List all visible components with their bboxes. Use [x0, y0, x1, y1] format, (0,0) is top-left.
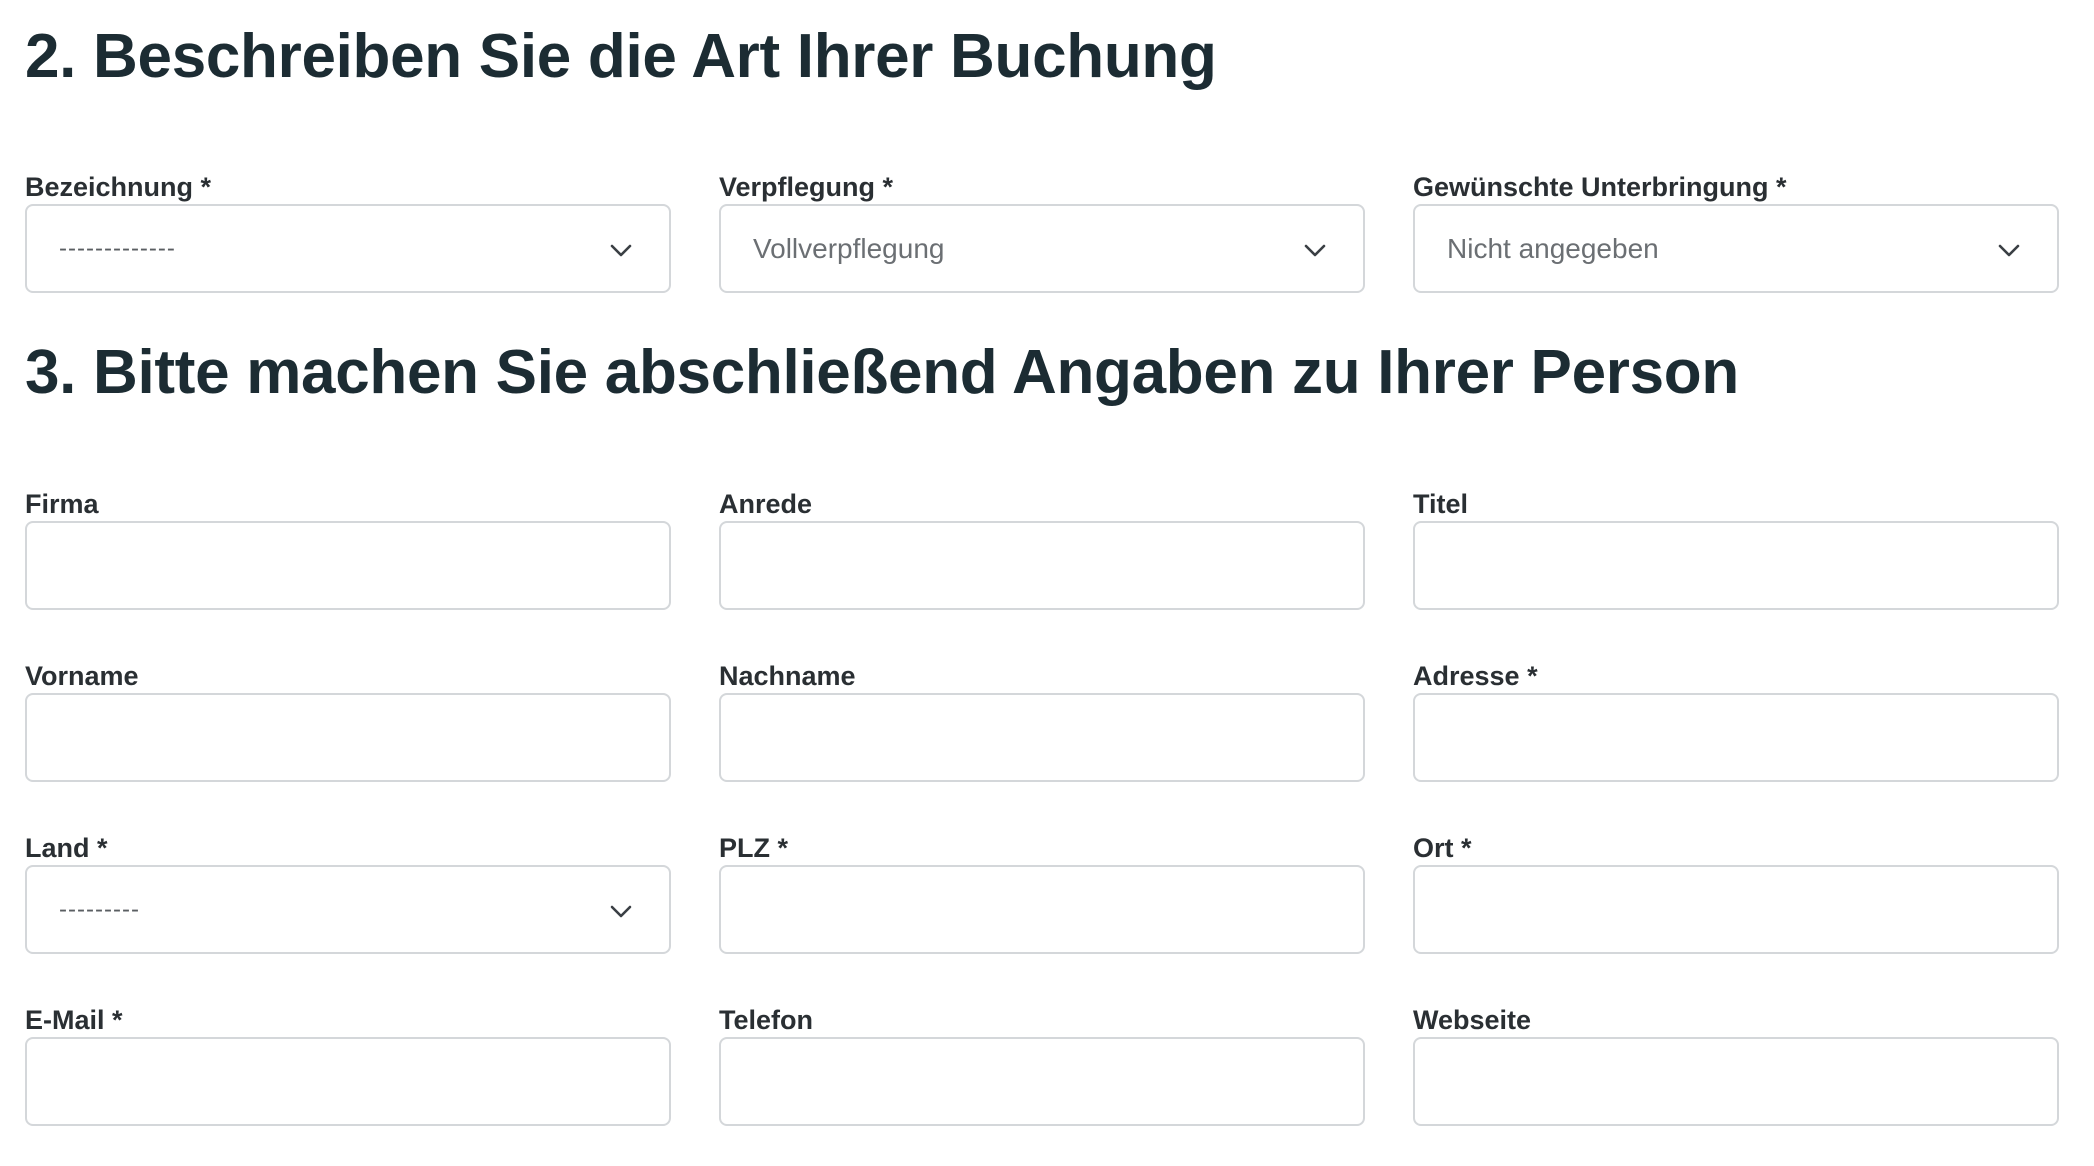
chevron-down-icon — [1997, 238, 2021, 262]
nachname-field: Nachname — [719, 659, 1365, 782]
nachname-label: Nachname — [719, 661, 856, 691]
adresse-field: Adresse * — [1413, 659, 2059, 782]
unterbringung-select[interactable]: Nicht angegeben — [1413, 204, 2059, 293]
titel-label: Titel — [1413, 489, 1469, 519]
plz-label: PLZ * — [719, 833, 789, 863]
anrede-label: Anrede — [719, 489, 813, 519]
email-label: E-Mail * — [25, 1005, 123, 1035]
telefon-input[interactable] — [719, 1037, 1365, 1126]
verpflegung-selected-value: Vollverpflegung — [753, 233, 945, 264]
bezeichnung-label: Bezeichnung * — [25, 172, 212, 202]
firma-label: Firma — [25, 489, 99, 519]
verpflegung-select[interactable]: Vollverpflegung — [719, 204, 1365, 293]
section-3-title: 3. Bitte machen Sie abschließend Angaben… — [25, 338, 1739, 407]
telefon-field: Telefon — [719, 1003, 1365, 1126]
vorname-label: Vorname — [25, 661, 139, 691]
land-field: Land * --------- — [25, 831, 671, 954]
telefon-label: Telefon — [719, 1005, 813, 1035]
bezeichnung-field: Bezeichnung * ------------- — [25, 170, 671, 293]
firma-field: Firma — [25, 487, 671, 610]
chevron-down-icon — [609, 238, 633, 262]
chevron-down-icon — [1303, 238, 1327, 262]
titel-input[interactable] — [1413, 521, 2059, 610]
bezeichnung-selected-value: ------------- — [59, 235, 176, 262]
verpflegung-field: Verpflegung * Vollverpflegung — [719, 170, 1365, 293]
firma-input[interactable] — [25, 521, 671, 610]
anrede-input[interactable] — [719, 521, 1365, 610]
plz-field: PLZ * — [719, 831, 1365, 954]
ort-label: Ort * — [1413, 833, 1472, 863]
anrede-field: Anrede — [719, 487, 1365, 610]
email-input[interactable] — [25, 1037, 671, 1126]
webseite-label: Webseite — [1413, 1005, 1532, 1035]
email-field: E-Mail * — [25, 1003, 671, 1126]
vorname-field: Vorname — [25, 659, 671, 782]
land-selected-value: --------- — [59, 896, 140, 923]
titel-field: Titel — [1413, 487, 2059, 610]
unterbringung-label: Gewünschte Unterbringung * — [1413, 172, 1787, 202]
webseite-input[interactable] — [1413, 1037, 2059, 1126]
bezeichnung-select[interactable]: ------------- — [25, 204, 671, 293]
ort-input[interactable] — [1413, 865, 2059, 954]
adresse-label: Adresse * — [1413, 661, 1538, 691]
adresse-input[interactable] — [1413, 693, 2059, 782]
unterbringung-field: Gewünschte Unterbringung * Nicht angegeb… — [1413, 170, 2059, 293]
ort-field: Ort * — [1413, 831, 2059, 954]
unterbringung-selected-value: Nicht angegeben — [1447, 233, 1659, 264]
plz-input[interactable] — [719, 865, 1365, 954]
section-2-title: 2. Beschreiben Sie die Art Ihrer Buchung — [25, 22, 1217, 91]
land-select[interactable]: --------- — [25, 865, 671, 954]
chevron-down-icon — [609, 899, 633, 923]
vorname-input[interactable] — [25, 693, 671, 782]
webseite-field: Webseite — [1413, 1003, 2059, 1126]
verpflegung-label: Verpflegung * — [719, 172, 894, 202]
land-label: Land * — [25, 833, 108, 863]
nachname-input[interactable] — [719, 693, 1365, 782]
